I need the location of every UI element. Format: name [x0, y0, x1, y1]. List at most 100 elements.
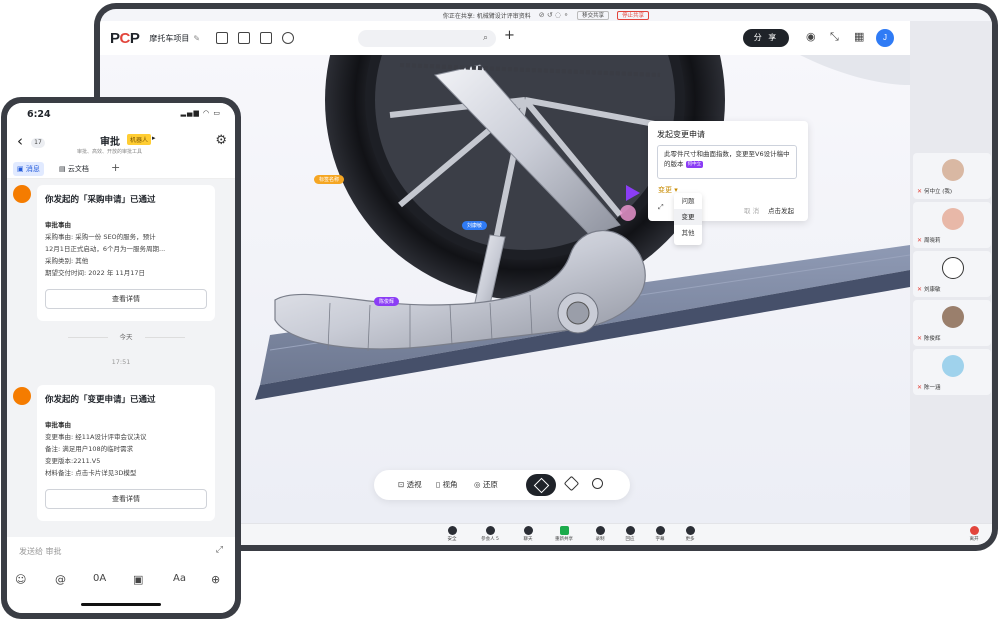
emoji-icon[interactable]: ☺ — [15, 573, 26, 586]
note-icon[interactable] — [238, 32, 251, 44]
message-input[interactable]: 发送给 审批 — [19, 546, 62, 557]
card-line: 12月1日正式启动，6个月为一服务周期... — [45, 245, 166, 253]
participant-tile[interactable]: ✕ 刘康敏 — [913, 251, 991, 297]
collapse-icon[interactable]: ⤡ — [830, 30, 839, 44]
change-request-textarea[interactable]: 此零件尺寸和曲面指数，变更至V6设计稿中的版本 何中立 — [657, 145, 797, 179]
caption-button[interactable]: 字幕 — [648, 526, 672, 542]
share-tool-icons[interactable]: ⊘ ↺ ◌ ⚬ — [539, 11, 569, 19]
app-logo: PCP — [110, 29, 140, 47]
format-icon[interactable]: 0A — [93, 573, 106, 584]
unread-count-badge: 17 — [31, 138, 45, 148]
mic-muted-icon: ✕ — [917, 237, 923, 244]
card-title: 你发起的「变更申请」已通过 — [45, 395, 156, 405]
expand-icon[interactable]: ⤢ — [216, 545, 223, 555]
search-icon: ⌕ — [482, 33, 488, 43]
image-icon[interactable]: ▣ — [133, 573, 143, 586]
participant-tile[interactable]: ✕ 何中立 (我) — [913, 153, 991, 199]
card-line: 变更事由: 经11A设计评审会议决议 — [45, 433, 147, 441]
participant-panel: ✕ 何中立 (我) ✕ 周晓莉 ✕ 刘康敏 ✕ 陈俊辉 ✕ 陈一涵 — [910, 21, 992, 523]
message-composer: 发送给 审批 ⤢ ☺ @ 0A ▣ Aa ⊕ — [7, 537, 235, 613]
more-button[interactable]: 更多 — [678, 526, 702, 542]
restore-button[interactable]: ◎ 还原 — [474, 479, 498, 490]
participant-tile[interactable]: ✕ 陈俊辉 — [913, 300, 991, 346]
help-icon[interactable] — [282, 32, 295, 44]
text-style-icon[interactable]: Aa — [173, 573, 186, 584]
reaction-button[interactable]: 回应 — [618, 526, 642, 542]
status-bar: 6:24 ▂▄▆ ◠ ▭ — [7, 103, 235, 127]
card-section: 审批事由 — [45, 421, 71, 429]
hangup-icon — [969, 526, 979, 535]
share-status-text: 你正在共享: 机械臂设计评审资料 — [442, 12, 531, 20]
add-icon[interactable]: ⊕ — [211, 573, 220, 586]
approval-bot-avatar — [13, 387, 31, 405]
gear-icon[interactable]: ⚙ — [215, 133, 227, 148]
view-details-button[interactable]: 查看详情 — [45, 289, 207, 309]
model-mode-button[interactable] — [526, 474, 556, 496]
screen-share-bar: 你正在共享: 机械臂设计评审资料 ⊘ ↺ ◌ ⚬ 移交共享 停止共享 — [100, 9, 992, 21]
chat-button[interactable]: 聊天 — [516, 526, 540, 542]
bot-badge: 机器人 — [127, 134, 152, 145]
search-input[interactable]: ⌕ — [358, 30, 496, 47]
change-request-panel: 发起变更申请 此零件尺寸和曲面指数，变更至V6设计稿中的版本 何中立 变更 ▾ … — [648, 121, 808, 221]
submit-request-button[interactable]: 点击发起 — [768, 205, 794, 215]
eye-icon[interactable]: ◉ — [806, 30, 816, 43]
model-label-tag[interactable]: 刘康敏 — [462, 221, 488, 230]
participant-tile[interactable]: ✕ 周晓莉 — [913, 202, 991, 248]
back-icon[interactable]: ‹ — [17, 132, 23, 150]
card-section: 审批事由 — [45, 221, 71, 229]
tab-messages[interactable]: ▣ 消息 — [13, 162, 44, 176]
add-icon[interactable]: + — [504, 28, 515, 43]
transfer-share-button[interactable]: 移交共享 — [577, 10, 610, 20]
model-label-tag[interactable]: 标签名称 — [314, 175, 345, 184]
date-divider: 今天 — [37, 331, 215, 341]
phone-screen: 6:24 ▂▄▆ ◠ ▭ ‹ 17 审批 机器人 ▸ 审批、高效、开放的审批工具… — [7, 103, 235, 613]
request-type-menu: 问题 变更 其他 — [674, 193, 702, 245]
cancel-button[interactable]: 取 消 — [744, 205, 759, 215]
mic-muted-icon: ✕ — [917, 384, 923, 391]
expand-icon[interactable]: ⤢ — [658, 203, 664, 212]
chevron-right-icon[interactable]: ▸ — [152, 134, 156, 142]
record-button[interactable]: 录制 — [588, 526, 612, 542]
reshare-button[interactable]: 重新共享 — [552, 526, 576, 542]
menu-item-issue[interactable]: 问题 — [674, 193, 702, 209]
menu-item-change[interactable]: 变更 — [674, 209, 702, 225]
participant-name: 刘康敏 — [924, 287, 941, 293]
chat-tabs: ▣ 消息 ▤ 云文档 + — [7, 159, 235, 179]
security-button[interactable]: 安全 — [440, 526, 464, 542]
add-tab-icon[interactable]: + — [111, 161, 120, 174]
card-line: 采购类别: 其他 — [45, 257, 89, 265]
people-icon — [485, 526, 495, 535]
stop-share-button[interactable]: 停止共享 — [617, 10, 650, 20]
card-line: 材料备注: 点击卡片详见3D模型 — [45, 469, 137, 477]
leave-button[interactable]: 离开 — [962, 526, 986, 542]
participant-avatar — [942, 159, 964, 181]
participant-avatar — [942, 257, 964, 279]
change-request-title: 发起变更申请 — [657, 130, 705, 139]
menu-item-other[interactable]: 其他 — [674, 225, 702, 241]
comment-icon[interactable] — [592, 478, 603, 489]
record-icon — [595, 526, 605, 535]
perspective-button[interactable]: ⊡ 透视 — [398, 479, 422, 490]
composer-toolbar: ☺ @ 0A ▣ Aa ⊕ — [7, 573, 235, 589]
home-indicator — [81, 603, 161, 606]
more-icon — [685, 526, 695, 535]
model-label-tag[interactable]: 陈俊辉 — [374, 297, 400, 306]
tab-cloud-docs[interactable]: ▤ 云文档 — [55, 162, 93, 176]
card-line: 备注: 满足用户108的临时需求 — [45, 445, 134, 453]
grid-icon[interactable]: ▦ — [854, 30, 864, 43]
participant-tile[interactable]: ✕ 陈一涵 — [913, 349, 991, 395]
participant-avatar — [942, 208, 964, 230]
model-icon[interactable] — [216, 32, 229, 44]
measure-icon[interactable] — [563, 475, 580, 492]
edit-icon[interactable]: ✎ — [193, 34, 200, 43]
chat-subtitle: 审批、高效、开放的审批工具 — [77, 149, 143, 155]
view-angle-button[interactable]: ▯ 视角 — [436, 479, 458, 490]
participant-avatar — [942, 355, 964, 377]
document-icon[interactable] — [260, 32, 273, 44]
mention-icon[interactable]: @ — [55, 573, 66, 586]
mic-muted-icon: ✕ — [917, 286, 923, 293]
share-button[interactable]: 分 享 — [743, 29, 789, 47]
view-details-button[interactable]: 查看详情 — [45, 489, 207, 509]
user-avatar[interactable]: J — [876, 29, 894, 47]
participants-button[interactable]: 参会人 5 — [478, 526, 502, 542]
